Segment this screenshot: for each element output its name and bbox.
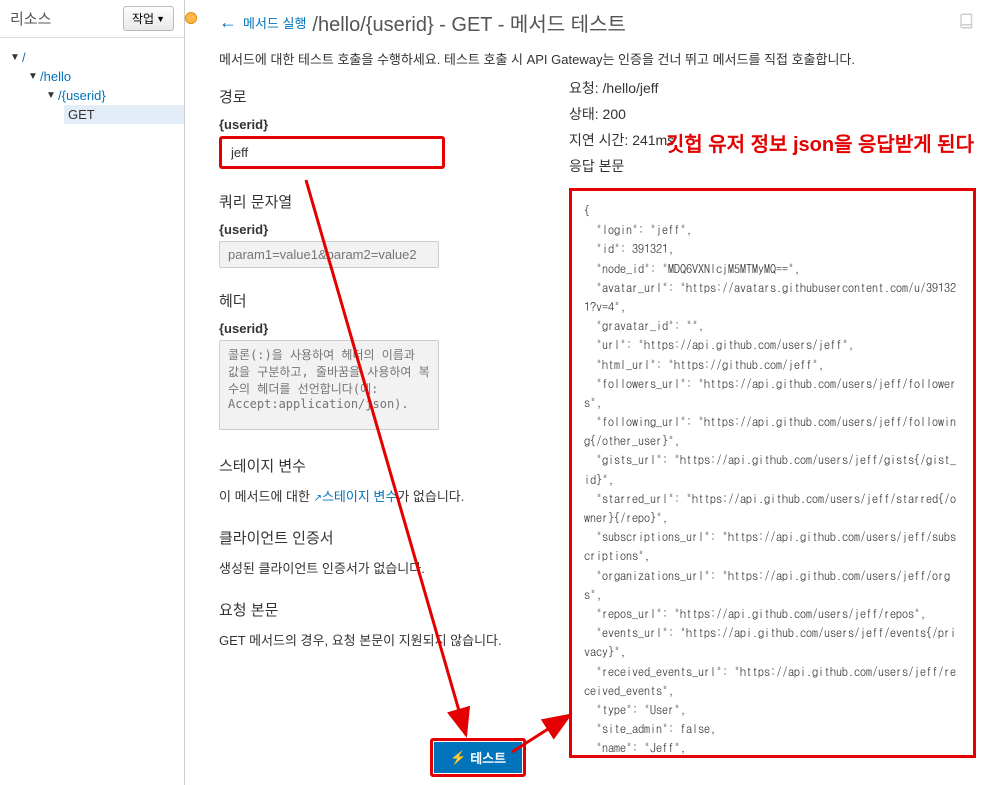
- tree-label: /hello: [40, 69, 71, 84]
- body-heading: 요청 본문: [219, 599, 557, 620]
- tree-label: /: [22, 50, 26, 65]
- breadcrumb-link[interactable]: 메서드 실행: [243, 13, 306, 32]
- stage-variables-link[interactable]: 스테이지 변수: [322, 489, 397, 504]
- path-heading: 경로: [219, 86, 557, 107]
- headers-label: {userid}: [219, 321, 557, 336]
- body-text: GET 메서드의 경우, 요청 본문이 지원되지 않습니다.: [219, 630, 557, 649]
- annotation-highlight-userid: [219, 136, 445, 169]
- tree-root[interactable]: ▼ /: [10, 48, 184, 67]
- query-input[interactable]: [219, 241, 439, 268]
- response-column: 요청: /hello/jeff 상태: 200 지연 시간: 241ms 응답 …: [569, 78, 976, 758]
- actions-label: 작업: [132, 10, 154, 27]
- caret-down-icon: ▼: [156, 14, 165, 24]
- status-value: 200: [603, 106, 626, 122]
- sidebar-title: 리소스: [10, 8, 51, 29]
- headers-textarea[interactable]: [219, 340, 439, 430]
- back-arrow-icon[interactable]: ←: [219, 12, 237, 33]
- sidebar-header: 리소스 작업 ▼: [0, 0, 184, 38]
- status-label: 상태:: [569, 106, 603, 122]
- page-title: /hello/{userid} - GET - 메서드 테스트: [312, 8, 952, 37]
- stage-text: 이 메서드에 대한 ↗스테이지 변수가 없습니다.: [219, 486, 557, 505]
- annotation-text: 깃헙 유저 정보 json을 응답받게 된다: [666, 128, 974, 157]
- request-label: 요청:: [569, 80, 603, 96]
- path-param-label: {userid}: [219, 117, 557, 132]
- request-value: /hello/jeff: [603, 80, 659, 96]
- status-info: 상태: 200: [569, 104, 976, 124]
- method-description: 메서드에 대한 테스트 호출을 수행하세요. 테스트 호출 시 API Gate…: [219, 49, 976, 68]
- external-link-icon: ↗: [314, 493, 322, 504]
- cert-heading: 클라이언트 인증서: [219, 527, 557, 548]
- main-content: ← 메서드 실행 /hello/{userid} - GET - 메서드 테스트…: [205, 0, 990, 785]
- request-info: 요청: /hello/jeff: [569, 78, 976, 98]
- tree-toggle-icon: ▼: [46, 90, 58, 101]
- stage-text-pre: 이 메서드에 대한: [219, 489, 314, 504]
- test-button[interactable]: ⚡ 테스트: [434, 742, 522, 773]
- userid-input[interactable]: [222, 139, 442, 166]
- query-heading: 쿼리 문자열: [219, 191, 557, 212]
- test-button-label: 테스트: [470, 748, 506, 767]
- resource-tree: ▼ / ▼ /hello ▼ /{userid} GET: [0, 38, 184, 124]
- book-icon[interactable]: [958, 12, 976, 33]
- query-label: {userid}: [219, 222, 557, 237]
- tree-userid[interactable]: ▼ /{userid}: [10, 86, 184, 105]
- tree-toggle-icon: ▼: [10, 52, 22, 63]
- tree-get-method[interactable]: GET: [10, 105, 184, 124]
- cert-text: 생성된 클라이언트 인증서가 없습니다.: [219, 558, 557, 577]
- latency-label: 지연 시간:: [569, 132, 632, 148]
- annotation-highlight-test-button: ⚡ 테스트: [430, 738, 526, 777]
- response-body-box: { "login": "jeff", "id": 391321, "node_i…: [569, 188, 976, 758]
- sidebar: 리소스 작업 ▼ ▼ / ▼ /hello ▼ /{userid} GET: [0, 0, 185, 785]
- beacon-indicator-icon: [185, 12, 197, 24]
- actions-dropdown-button[interactable]: 작업 ▼: [123, 6, 174, 31]
- breadcrumb: ← 메서드 실행 /hello/{userid} - GET - 메서드 테스트: [219, 8, 976, 37]
- request-config-column: 경로 {userid} 쿼리 문자열 {userid} 헤더 {userid} …: [219, 78, 569, 758]
- tree-selected-label: GET: [64, 105, 184, 124]
- tree-hello[interactable]: ▼ /hello: [10, 67, 184, 86]
- stage-text-post: 가 없습니다.: [397, 489, 464, 504]
- lightning-bolt-icon: ⚡: [450, 750, 466, 766]
- tree-toggle-icon: ▼: [28, 71, 40, 82]
- stage-heading: 스테이지 변수: [219, 455, 557, 476]
- headers-heading: 헤더: [219, 290, 557, 311]
- tree-label: /{userid}: [58, 88, 106, 103]
- response-body-label: 응답 본문: [569, 156, 976, 176]
